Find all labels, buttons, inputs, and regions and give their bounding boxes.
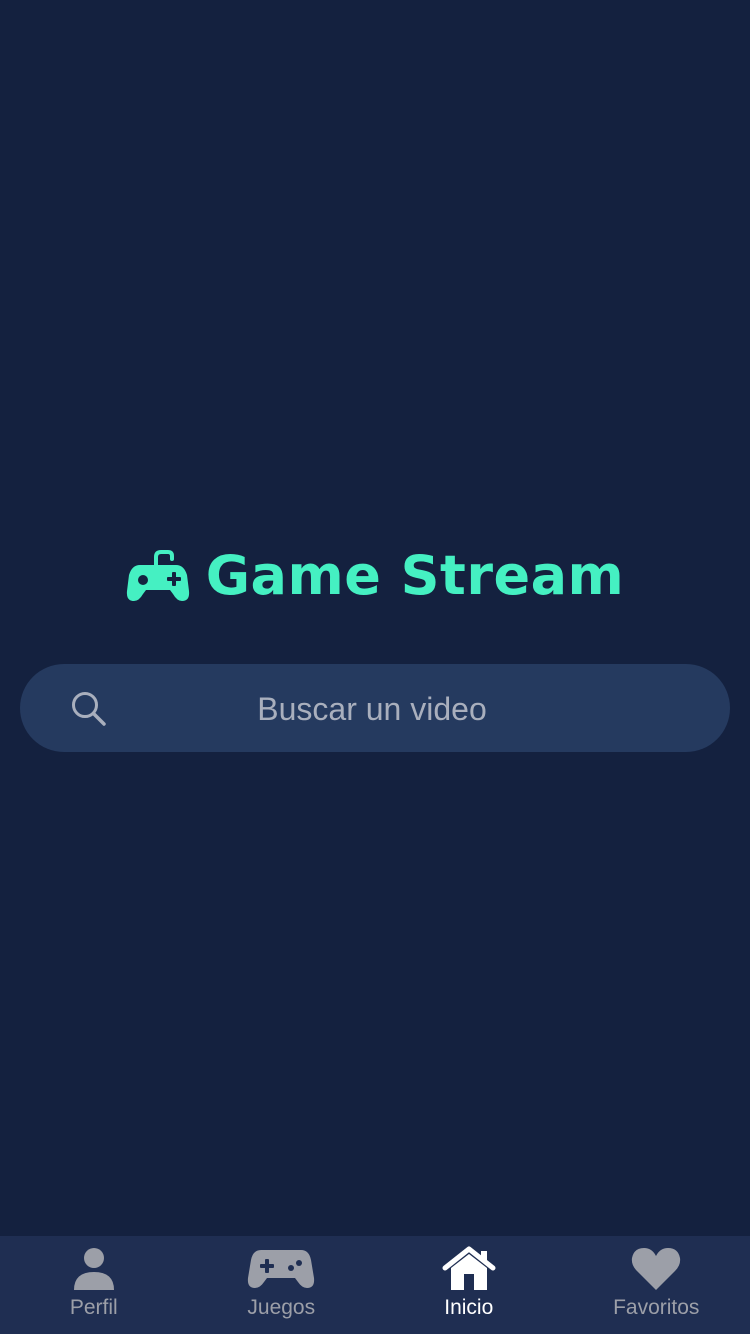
search-input[interactable]	[110, 664, 634, 754]
tab-label-favoritos: Favoritos	[613, 1296, 700, 1319]
home-screen: Game Stream Perfil	[0, 0, 750, 1334]
tab-perfil[interactable]: Perfil	[0, 1236, 188, 1334]
heart-icon	[631, 1246, 681, 1292]
tab-label-juegos: Juegos	[247, 1296, 316, 1319]
tab-favoritos[interactable]: Favoritos	[563, 1236, 750, 1334]
tab-label-inicio: Inicio	[444, 1296, 494, 1319]
tab-juegos[interactable]: Juegos	[188, 1236, 376, 1334]
search-icon	[70, 690, 108, 728]
tab-inicio[interactable]: Inicio	[375, 1236, 563, 1334]
gamepad-logo-icon	[126, 549, 190, 603]
home-icon	[441, 1246, 497, 1292]
app-title: Game Stream	[205, 544, 625, 607]
gamepad-icon	[247, 1246, 315, 1292]
app-logo: Game Stream	[0, 540, 750, 612]
person-icon	[70, 1246, 118, 1292]
tab-label-perfil: Perfil	[69, 1296, 118, 1319]
tab-bar: Perfil Juegos Inicio Favoritos	[0, 1236, 750, 1334]
search-bar[interactable]	[20, 664, 730, 754]
